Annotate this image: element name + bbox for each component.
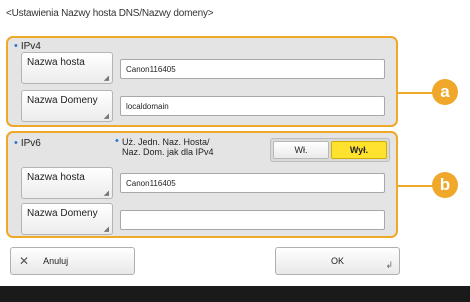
ipv6-host-name-button-label: Nazwa hosta [27, 172, 85, 183]
ipv6-host-name-field[interactable]: Canon116405 [120, 173, 385, 193]
ipv4-host-name-button-label: Nazwa hosta [27, 57, 85, 68]
corner-arrow-icon: ◢ [103, 190, 109, 197]
ipv6-domain-name-button-label: Nazwa Domeny [27, 208, 98, 219]
ipv4-section-label: • IPv4 [14, 40, 41, 52]
cancel-button[interactable]: ✕ Anuluj [10, 247, 135, 275]
toggle-off-button[interactable]: Wył. [331, 141, 387, 159]
cancel-button-label: Anuluj [43, 256, 69, 266]
close-icon: ✕ [19, 254, 30, 268]
ok-button[interactable]: OK ↲ [275, 247, 400, 275]
ipv4-host-name-value: Canon116405 [126, 64, 176, 74]
callout-a-connector [398, 92, 434, 94]
ipv4-domain-name-value: localdomain [126, 101, 169, 111]
ipv4-host-name-field[interactable]: Canon116405 [120, 59, 385, 79]
ipv6-domain-name-button[interactable]: Nazwa Domeny ◢ [21, 203, 113, 235]
same-as-ipv4-line1: Uż. Jedn. Naz. Hosta/ [122, 137, 210, 147]
ipv4-domain-name-button[interactable]: Nazwa Domeny ◢ [21, 90, 113, 122]
bullet-icon: • [14, 137, 18, 149]
return-icon: ↲ [385, 260, 393, 270]
same-as-ipv4-toggle: Wł. Wył. [270, 138, 390, 162]
callout-a: a [432, 79, 458, 105]
ipv6-section-label: • IPv6 [14, 137, 41, 149]
bullet-icon: • [14, 40, 18, 52]
ipv6-domain-name-field[interactable] [120, 210, 385, 230]
ipv4-panel: • IPv4 Nazwa hosta ◢ Canon116405 Nazwa Do… [6, 36, 398, 127]
ok-button-label: OK [330, 256, 344, 266]
ipv6-host-name-button[interactable]: Nazwa hosta ◢ [21, 167, 113, 199]
same-as-ipv4-line2: Naz. Dom. jak dla IPv4 [122, 147, 214, 157]
ipv4-label-text: IPv4 [20, 41, 41, 52]
ipv4-host-name-button[interactable]: Nazwa hosta ◢ [21, 52, 113, 84]
callout-b: b [432, 172, 458, 198]
corner-arrow-icon: ◢ [103, 113, 109, 120]
corner-arrow-icon: ◢ [103, 226, 109, 233]
corner-arrow-icon: ◢ [103, 75, 109, 82]
ipv6-label-text: IPv6 [20, 138, 41, 149]
ipv4-domain-name-field[interactable]: localdomain [120, 96, 385, 116]
ipv6-panel: • IPv6 • Uż. Jedn. Naz. Hosta/ Naz. Dom. … [6, 131, 398, 238]
callout-b-connector [398, 185, 434, 187]
bullet-icon: • [115, 135, 119, 147]
ipv4-domain-name-button-label: Nazwa Domeny [27, 95, 98, 106]
same-as-ipv4-label: • Uż. Jedn. Naz. Hosta/ Naz. Dom. jak dl… [115, 135, 214, 158]
dialog-title: <Ustawienia Nazwy hosta DNS/Nazwy domeny… [6, 8, 214, 19]
toggle-on-button[interactable]: Wł. [273, 141, 329, 159]
footer-bar [0, 286, 470, 302]
ipv6-host-name-value: Canon116405 [126, 178, 176, 188]
